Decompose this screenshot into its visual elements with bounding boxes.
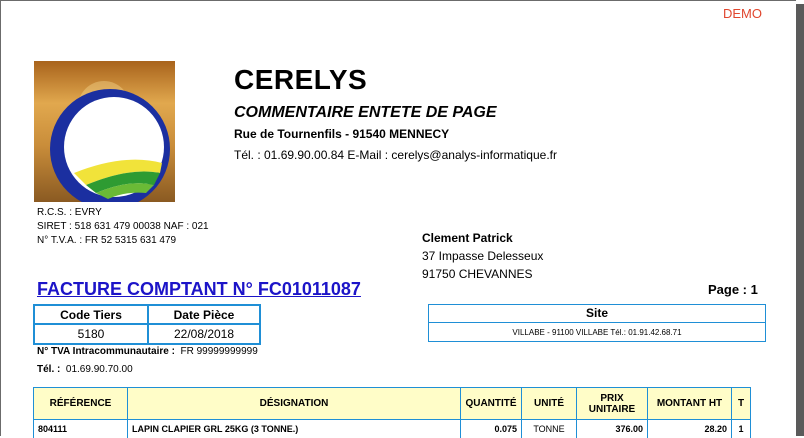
row-quantite: 0.075 [461, 420, 522, 438]
company-contact: Tél. : 01.69.90.00.84 E-Mail : cerelys@a… [234, 148, 557, 162]
client-name: Clement Patrick [422, 229, 543, 247]
invoice-lines-header: RÉFÉRENCE DÉSIGNATION QUANTITÉ UNITÉ PRI… [34, 388, 751, 420]
document-meta-table: Code Tiers Date Pièce 5180 22/08/2018 [33, 304, 261, 345]
client-city: 91750 CHEVANNES [422, 265, 543, 283]
code-tiers-header: Code Tiers [34, 305, 148, 324]
col-reference: RÉFÉRENCE [34, 388, 128, 420]
date-piece-value: 22/08/2018 [148, 324, 260, 344]
row-prix-unitaire: 376.00 [577, 420, 648, 438]
code-tiers-value: 5180 [34, 324, 148, 344]
col-unite: UNITÉ [522, 388, 577, 420]
client-address-block: Clement Patrick 37 Impasse Delesseux 917… [422, 229, 543, 283]
col-montant-ht: MONTANT HT [648, 388, 732, 420]
col-prix-unitaire: PRIX UNITAIRE [577, 388, 648, 420]
row-reference: 804111 [34, 420, 128, 438]
company-logo [34, 61, 175, 202]
company-address: Rue de Tournenfils - 91540 MENNECY [234, 127, 449, 141]
site-box: Site VILLABE - 91100 VILLABE Tél.: 01.91… [428, 304, 766, 342]
legal-info: R.C.S. : EVRY SIRET : 518 631 479 00038 … [37, 206, 209, 248]
date-piece-header: Date Pièce [148, 305, 260, 324]
logo-graphic [34, 61, 175, 202]
client-street: 37 Impasse Delesseux [422, 247, 543, 265]
document-title: FACTURE COMPTANT N° FC01011087 [37, 279, 361, 300]
client-phone: Tél. : 01.69.90.70.00 [37, 364, 133, 375]
col-designation: DÉSIGNATION [128, 388, 461, 420]
legal-siret: SIRET : 518 631 479 00038 NAF : 021 [37, 220, 209, 234]
intracom-tva-value: FR 99999999999 [180, 346, 257, 357]
table-row: 804111 LAPIN CLAPIER GRL 25KG (3 TONNE.)… [34, 420, 751, 438]
company-name: CERELYS [234, 64, 367, 96]
row-designation: LAPIN CLAPIER GRL 25KG (3 TONNE.) [128, 420, 461, 438]
client-phone-value: 01.69.90.70.00 [66, 364, 133, 375]
demo-watermark: DEMO [723, 6, 762, 21]
client-phone-label: Tél. : [37, 364, 60, 375]
row-montant-ht: 28.20 [648, 420, 732, 438]
page-number: Page : 1 [708, 282, 758, 297]
intracom-tva-label: N° TVA Intracommunautaire : [37, 346, 175, 357]
page-shadow [796, 4, 804, 436]
invoice-lines-table: RÉFÉRENCE DÉSIGNATION QUANTITÉ UNITÉ PRI… [33, 387, 751, 438]
col-t: T [732, 388, 751, 420]
legal-rcs: R.C.S. : EVRY [37, 206, 209, 220]
header-comment: COMMENTAIRE ENTETE DE PAGE [234, 104, 497, 122]
col-quantite: QUANTITÉ [461, 388, 522, 420]
intracom-tva: N° TVA Intracommunautaire : FR 999999999… [37, 346, 258, 357]
site-value: VILLABE - 91100 VILLABE Tél.: 01.91.42.6… [429, 323, 765, 343]
row-unite: TONNE [522, 420, 577, 438]
site-header: Site [429, 305, 765, 323]
row-t: 1 [732, 420, 751, 438]
legal-tva: N° T.V.A. : FR 52 5315 631 479 [37, 234, 209, 248]
